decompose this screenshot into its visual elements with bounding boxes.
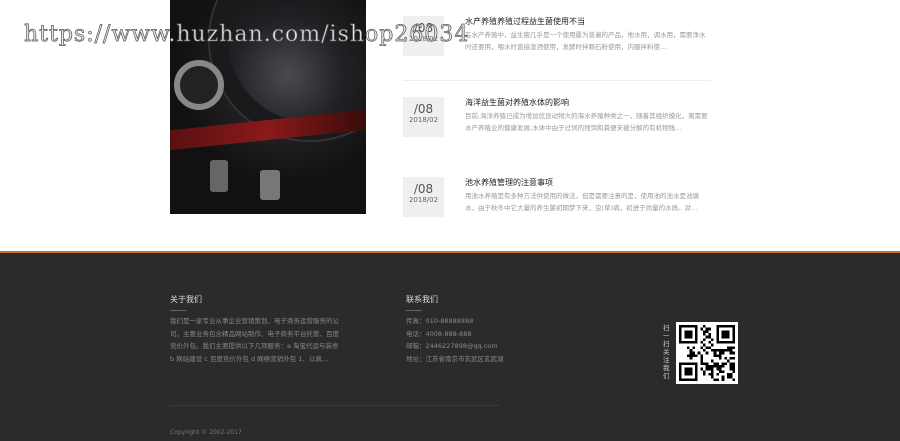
news-title[interactable]: 海洋益生菌对养殖水体的影响 bbox=[465, 97, 569, 108]
news-desc: 在水产养殖中，益生菌几乎是一个使用最为普遍的产品，地水用，调水用，需要净水时还要… bbox=[465, 31, 706, 51]
qr-label: 扫一扫关注我们 bbox=[663, 324, 670, 380]
footer: 关于我们 我们是一家专业从事企业营销策划、电子商务运营服务的公司。主要业务包含精… bbox=[0, 251, 900, 441]
contact-email[interactable]: 邮箱：2446227898@qq.com bbox=[406, 340, 504, 353]
news-title[interactable]: 池水养殖管理的注意事项 bbox=[465, 177, 553, 188]
contact-title: 联系我们 bbox=[406, 295, 438, 304]
about-text: 我们是一家专业从事企业营销策划、电子商务运营服务的公司。主要业务包含精品网站制作… bbox=[170, 317, 339, 363]
contact-list: 传真：010-88888888 电话：4008-888-888 邮箱：24462… bbox=[406, 315, 504, 365]
about-title: 关于我们 bbox=[170, 295, 202, 304]
watermark: https://www.huzhan.com/ishop26034 bbox=[24, 22, 470, 48]
copyright: Copyright © 2002-2017 bbox=[170, 429, 242, 436]
divider bbox=[170, 310, 186, 311]
qr-code bbox=[676, 322, 738, 384]
news-date: /08 2018/02 bbox=[403, 177, 444, 217]
news-section: https://www.huzhan.com/ishop26034 /08 201… bbox=[0, 0, 900, 251]
news-desc: 目前,海洋养殖已成为增加优良动物大的海水养殖种类之一，随着其组织模化，离需要水产… bbox=[465, 112, 708, 132]
contact-fax: 传真：010-88888888 bbox=[406, 317, 474, 325]
contact-phone: 电话：4008-888-888 bbox=[406, 329, 472, 338]
divider bbox=[403, 80, 711, 81]
news-date: /08 2018/02 bbox=[403, 97, 444, 137]
divider bbox=[406, 310, 422, 311]
contact-address: 地址：江苏省南京市玄武区玄武湖 bbox=[406, 354, 504, 363]
news-title[interactable]: 水产养殖养殖过程益生菌使用不当 bbox=[465, 16, 585, 27]
news-desc: 用池水养殖是有多种方法供使用的做法，但是需要注意的是，使用池的池水是池塘水，由于… bbox=[465, 192, 699, 212]
divider bbox=[170, 405, 500, 406]
